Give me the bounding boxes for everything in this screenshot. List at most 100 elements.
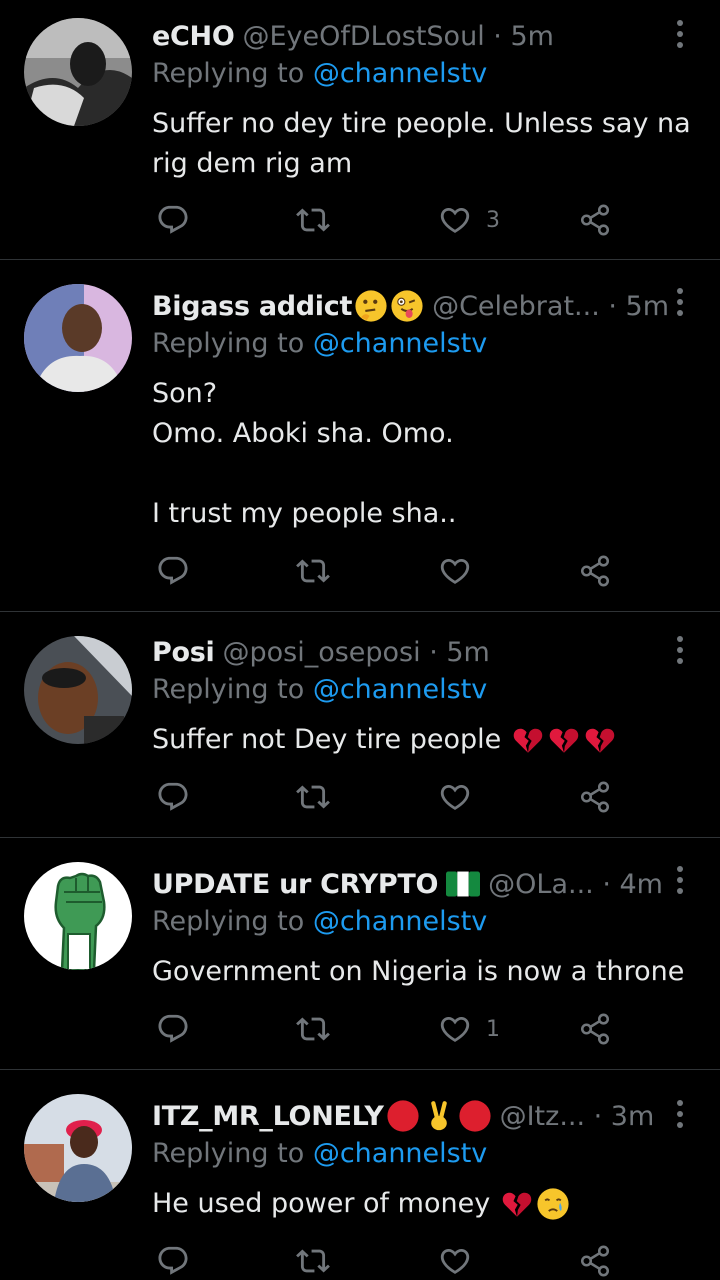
- display-name[interactable]: ITZ_MR_LONELY: [152, 1101, 384, 1132]
- heart-icon: [438, 1012, 472, 1046]
- winking-tongue-emoji-icon: [390, 289, 424, 323]
- share-button[interactable]: [578, 1009, 612, 1049]
- replying-label: Replying to: [152, 1138, 305, 1169]
- broken-heart-emoji-icon: [511, 723, 545, 757]
- replying-to-link[interactable]: @channelstv: [313, 1138, 487, 1169]
- like-count: 1: [486, 1016, 500, 1042]
- broken-heart-emoji-icon: [500, 1187, 534, 1221]
- like-count: 3: [486, 207, 500, 233]
- heart-icon: [438, 554, 472, 588]
- divider: [0, 611, 720, 612]
- handle-and-time: @Celebrat... · 5m: [432, 290, 670, 322]
- reply-button[interactable]: [156, 777, 190, 817]
- retweet-icon: [296, 1244, 330, 1278]
- reply-button[interactable]: [156, 1241, 190, 1280]
- reply-button[interactable]: [156, 551, 190, 591]
- replying-label: Replying to: [152, 58, 305, 89]
- tweet-actions: 1: [152, 1009, 632, 1049]
- more-options-icon[interactable]: [672, 20, 688, 54]
- tweet-header: ITZ_MR_LONELY @Itz... · 3m: [152, 1094, 654, 1138]
- replying-to-link[interactable]: @channelstv: [313, 674, 487, 705]
- more-options-icon[interactable]: [672, 866, 688, 900]
- more-options-icon[interactable]: [672, 636, 688, 670]
- replying-label: Replying to: [152, 674, 305, 705]
- like-button[interactable]: 3: [438, 200, 500, 240]
- avatar-photo-lonely-icon: [24, 1094, 132, 1202]
- replying-to-link[interactable]: @channelstv: [313, 58, 487, 89]
- red-circle-emoji-icon: [387, 1100, 419, 1132]
- avatar[interactable]: [24, 18, 132, 126]
- reply-icon: [156, 1244, 190, 1278]
- retweet-button[interactable]: [296, 551, 330, 591]
- handle-and-time: @Itz... · 3m: [499, 1100, 655, 1132]
- reply-icon: [156, 780, 190, 814]
- avatar[interactable]: [24, 862, 132, 970]
- more-options-icon[interactable]: [672, 1100, 688, 1134]
- replying-to: Replying to @channelstv: [152, 58, 487, 89]
- display-name[interactable]: Posi: [152, 637, 215, 668]
- share-button[interactable]: [578, 777, 612, 817]
- share-button[interactable]: [578, 551, 612, 591]
- replying-label: Replying to: [152, 328, 305, 359]
- share-icon: [578, 203, 612, 237]
- victory-hand-emoji-icon: [430, 1101, 447, 1131]
- display-name[interactable]: UPDATE ur CRYPTO: [152, 869, 438, 900]
- tweet-actions: [152, 551, 632, 591]
- retweet-button[interactable]: [296, 777, 330, 817]
- thinking-face-emoji-icon: [354, 289, 388, 323]
- tweet-text: He used power of money: [152, 1184, 692, 1224]
- heart-icon: [438, 203, 472, 237]
- like-button[interactable]: [438, 1241, 486, 1280]
- retweet-icon: [296, 554, 330, 588]
- heart-icon: [438, 1244, 472, 1278]
- reply-icon: [156, 554, 190, 588]
- replying-to: Replying to @channelstv: [152, 328, 487, 359]
- display-name[interactable]: Bigass addict: [152, 291, 352, 322]
- like-button[interactable]: [438, 777, 486, 817]
- avatar[interactable]: [24, 636, 132, 744]
- display-name[interactable]: eCHO: [152, 21, 235, 52]
- share-icon: [578, 1012, 612, 1046]
- replying-to-link[interactable]: @channelstv: [313, 906, 487, 937]
- tweet-text: Son? Omo. Aboki sha. Omo. I trust my peo…: [152, 378, 457, 529]
- tweet-text: Government on Nigeria is now a throne: [152, 956, 685, 987]
- like-button[interactable]: [438, 551, 486, 591]
- handle-and-time: @EyeOfDLostSoul · 5m: [242, 20, 554, 52]
- tweet-text: Suffer not Dey tire people: [152, 720, 692, 760]
- share-icon: [578, 554, 612, 588]
- retweet-icon: [296, 1012, 330, 1046]
- share-icon: [578, 1244, 612, 1278]
- tweet-text: Suffer no dey tire people. Unless say na…: [152, 108, 691, 179]
- handle-and-time: @OLa... · 4m: [488, 868, 663, 900]
- divider: [0, 1069, 720, 1070]
- crying-face-emoji-icon: [536, 1187, 570, 1221]
- tweet-text-content: Suffer not Dey tire people: [152, 724, 502, 755]
- retweet-button[interactable]: [296, 200, 330, 240]
- broken-heart-emoji-icon: [547, 723, 581, 757]
- reply-button[interactable]: [156, 1009, 190, 1049]
- tweet-header: Posi @posi_oseposi · 5m: [152, 630, 490, 674]
- avatar[interactable]: [24, 1094, 132, 1202]
- retweet-icon: [296, 780, 330, 814]
- avatar[interactable]: [24, 284, 132, 392]
- share-icon: [578, 780, 612, 814]
- retweet-button[interactable]: [296, 1009, 330, 1049]
- replying-to-link[interactable]: @channelstv: [313, 328, 487, 359]
- retweet-button[interactable]: [296, 1241, 330, 1280]
- share-button[interactable]: [578, 1241, 612, 1280]
- replying-to: Replying to @channelstv: [152, 1138, 487, 1169]
- red-circle-emoji-icon: [459, 1100, 491, 1132]
- reply-icon: [156, 1012, 190, 1046]
- reply-button[interactable]: [156, 200, 190, 240]
- more-options-icon[interactable]: [672, 288, 688, 322]
- replying-label: Replying to: [152, 906, 305, 937]
- retweet-icon: [296, 203, 330, 237]
- tweet-text-content: He used power of money: [152, 1188, 491, 1219]
- broken-heart-emoji-icon: [583, 723, 617, 757]
- share-button[interactable]: [578, 200, 612, 240]
- like-button[interactable]: 1: [438, 1009, 500, 1049]
- replying-to: Replying to @channelstv: [152, 906, 487, 937]
- nigeria-flag-emoji-icon: [446, 871, 481, 897]
- heart-icon: [438, 780, 472, 814]
- tweet-header: UPDATE ur CRYPTO @OLa... · 4m: [152, 862, 663, 906]
